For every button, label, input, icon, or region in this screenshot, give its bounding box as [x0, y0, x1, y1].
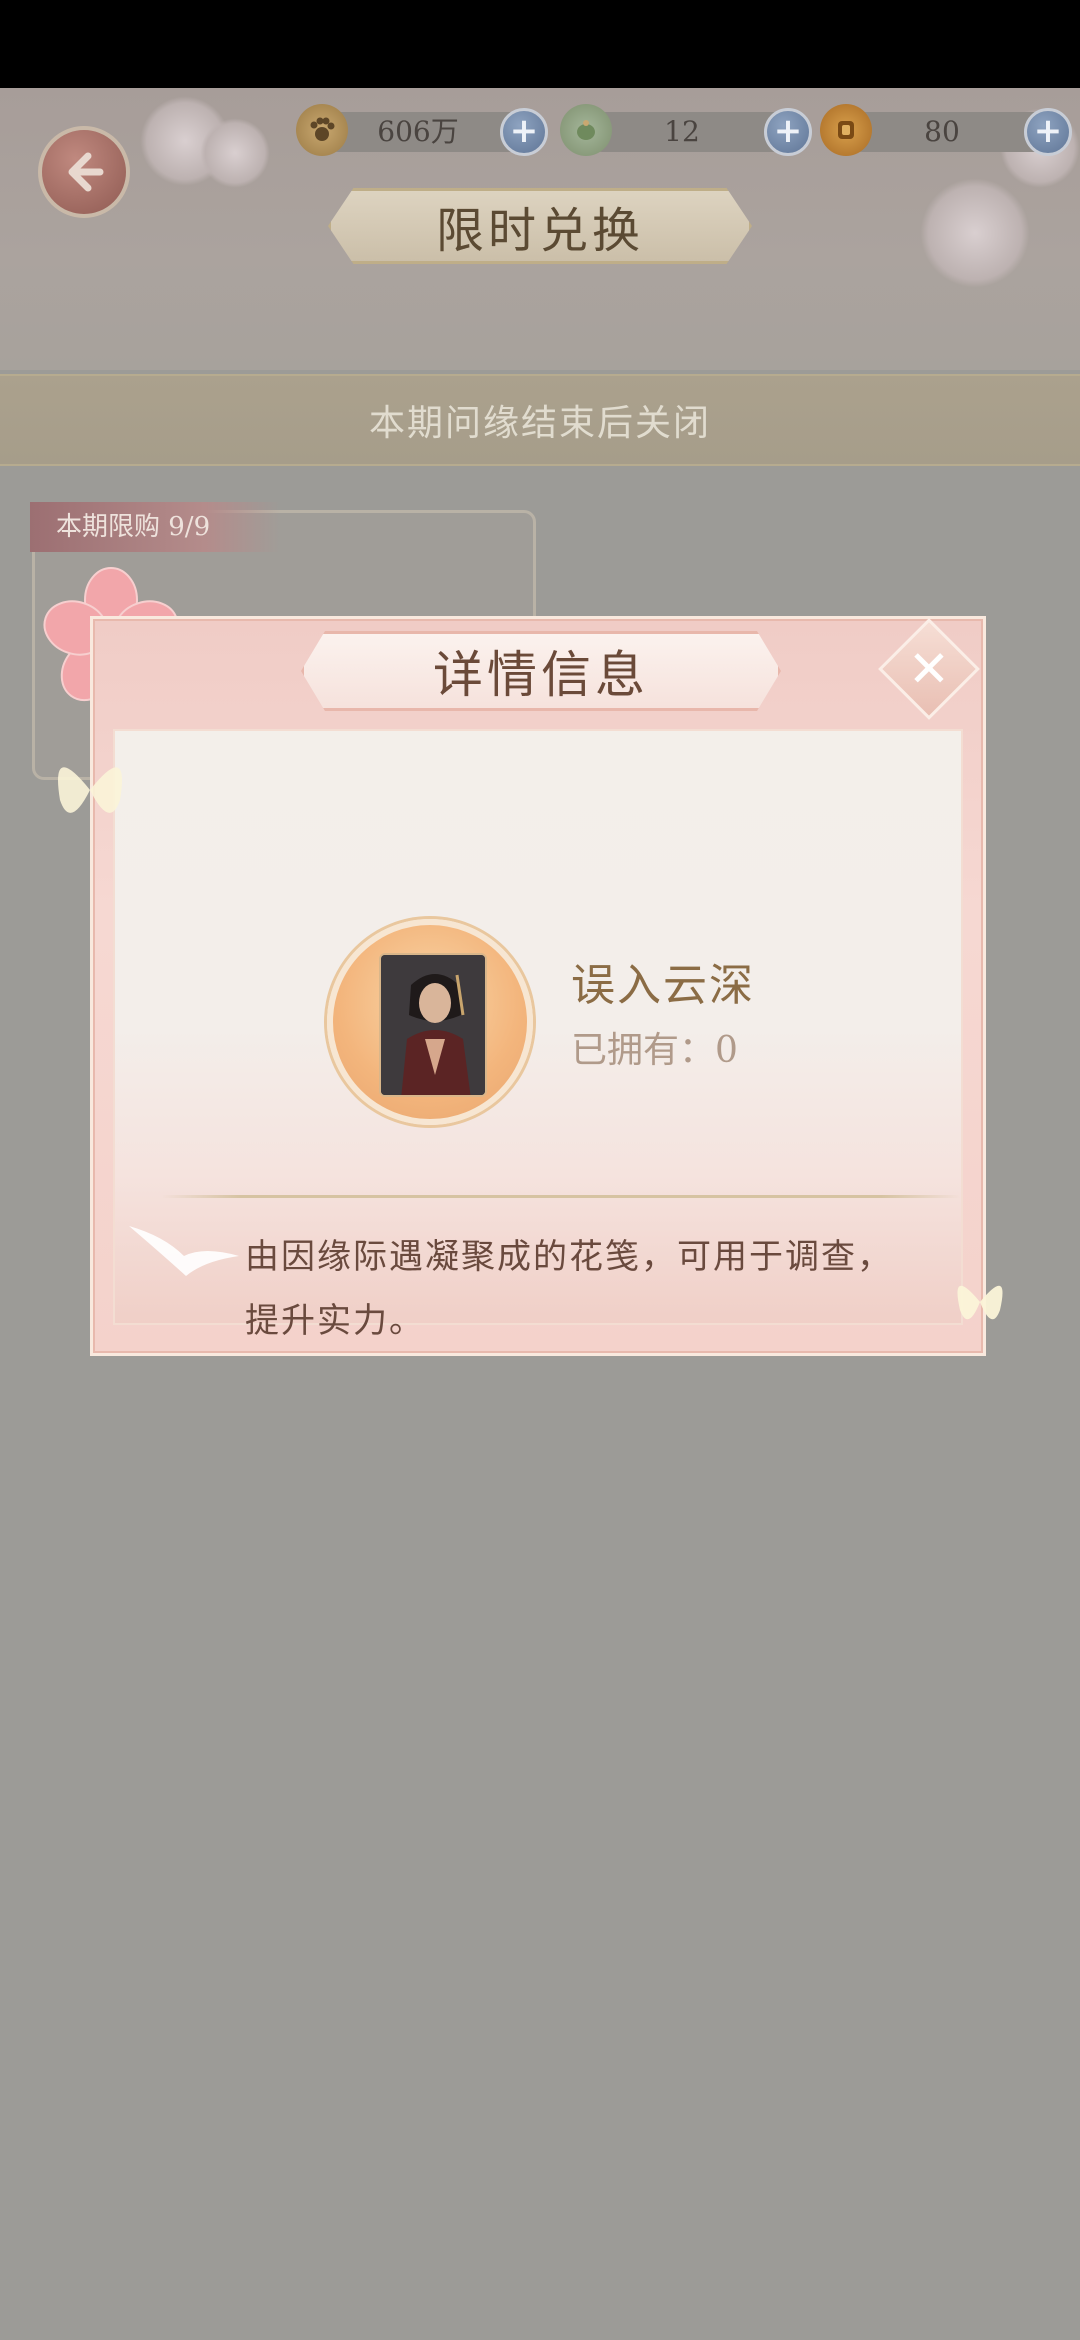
page-title-text: 限时兑换 — [435, 203, 644, 259]
close-button[interactable]: ✕ — [878, 618, 980, 720]
notice-band: 本期问缘结束后关闭 — [0, 374, 1080, 466]
owned-label: 已拥有： — [571, 1030, 716, 1071]
item-name: 误入云深 — [571, 960, 755, 1011]
divider — [161, 1195, 961, 1198]
owned-count-row: 已拥有：0 — [571, 1021, 738, 1073]
item-icon-frame — [327, 919, 533, 1125]
currency-jade: 12 + — [560, 104, 812, 156]
notice-text: 本期问缘结束后关闭 — [368, 403, 711, 444]
status-bar — [0, 0, 1080, 88]
add-currency-button[interactable]: + — [500, 108, 548, 156]
currency-gold: 80 + — [820, 104, 1072, 156]
modal-title: 详情信息 — [301, 631, 781, 711]
item-card-image — [379, 953, 487, 1097]
purchase-limit-tag: 本期限购 9/9 — [30, 502, 280, 552]
blossom-decoration — [200, 118, 270, 188]
close-icon: ✕ — [908, 640, 950, 698]
page-header: 606万 + 12 + 80 + 限时兑换 — [0, 88, 1080, 370]
bird-icon — [129, 1226, 239, 1276]
blossom-decoration — [920, 178, 1030, 288]
owned-count: 0 — [715, 1030, 738, 1071]
item-description: 由因缘际遇凝聚成的花笺，可用于调查，提升实力。 — [245, 1237, 893, 1341]
butterfly-icon — [957, 1285, 1003, 1320]
butterfly-icon — [58, 767, 122, 813]
currency-paw: 606万 + — [296, 104, 548, 156]
back-arrow-icon — [68, 152, 104, 192]
currency-value: 606万 — [377, 115, 459, 148]
modal-title-text: 详情信息 — [433, 646, 649, 704]
add-currency-button[interactable]: + — [1024, 108, 1072, 156]
gold-token-icon — [820, 104, 872, 156]
page-title: 限时兑换 — [328, 188, 752, 264]
jade-icon — [560, 104, 612, 156]
currency-value: 80 — [924, 115, 960, 148]
currency-value: 12 — [664, 115, 700, 148]
paw-coin-icon — [296, 104, 348, 156]
add-currency-button[interactable]: + — [764, 108, 812, 156]
back-button[interactable] — [38, 126, 130, 218]
